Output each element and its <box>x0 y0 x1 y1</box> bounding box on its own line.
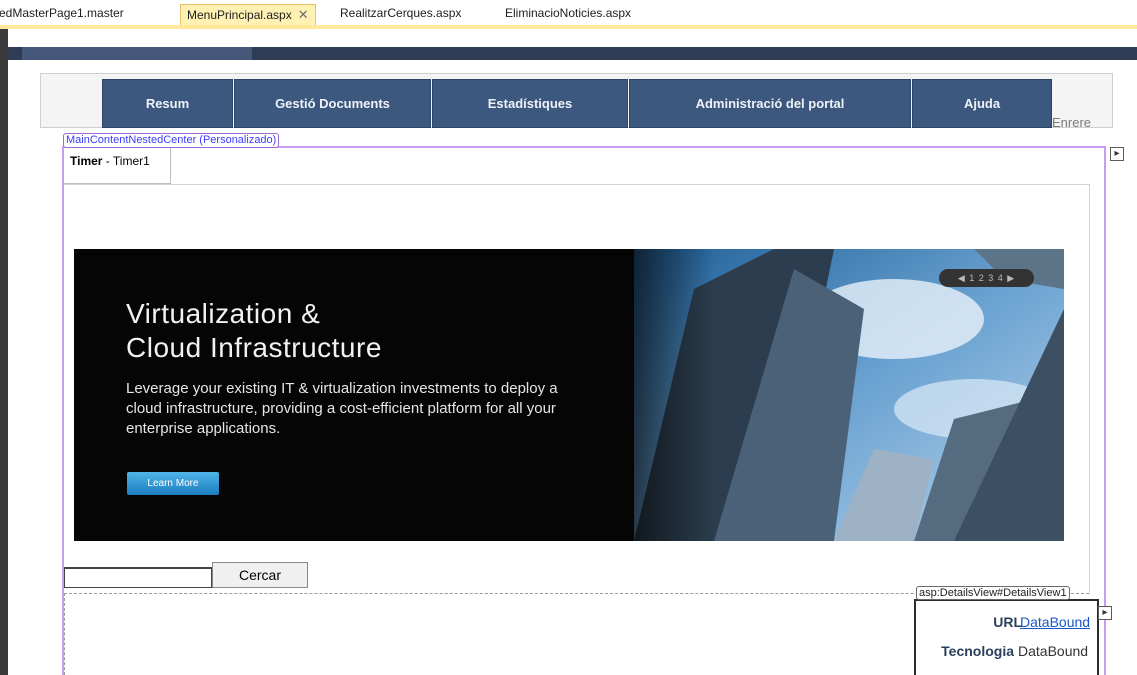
tab-label: edMasterPage1.master <box>0 6 124 20</box>
back-link[interactable]: Enrere <box>1052 115 1091 130</box>
divider <box>171 184 1089 185</box>
details-value-url[interactable]: DataBound <box>1020 614 1090 630</box>
banner-pager[interactable]: ◀ 1 2 3 4 ▶ <box>939 269 1034 287</box>
timer-tab[interactable]: Timer - Timer1 <box>64 148 171 184</box>
tab-label: RealitzarCerques.aspx <box>340 6 462 20</box>
menu-item-estadistiques[interactable]: Estadístiques <box>432 79 628 128</box>
editor-header-space <box>8 29 1137 47</box>
divider <box>1089 184 1090 594</box>
details-label-url: URL <box>993 614 1022 630</box>
hero-banner: Virtualization & Cloud Infrastructure Le… <box>74 249 1064 541</box>
header-bar-segment <box>22 47 252 60</box>
tab-menu-principal[interactable]: MenuPrincipal.aspx ✕ <box>180 4 316 25</box>
banner-title-line: Virtualization & <box>126 298 321 329</box>
page-header-bar <box>8 47 1137 60</box>
chevron-right-icon[interactable]: ▸ <box>1098 606 1112 620</box>
learn-more-button[interactable]: Learn More <box>127 472 219 495</box>
menu-item-administracio[interactable]: Administració del portal <box>629 79 911 128</box>
details-view[interactable]: URL DataBound Tecnologia DataBound <box>914 599 1099 675</box>
document-tab-strip: edMasterPage1.master MenuPrincipal.aspx ✕… <box>0 0 1137 25</box>
editor-gutter <box>0 29 8 675</box>
timer-id-label: - Timer1 <box>102 154 150 168</box>
details-view-tag[interactable]: asp:DetailsView#DetailsView1 <box>916 586 1070 600</box>
tab-master-page[interactable]: edMasterPage1.master <box>0 4 130 25</box>
tab-label: MenuPrincipal.aspx <box>187 8 292 22</box>
menu-item-resum[interactable]: Resum <box>102 79 233 128</box>
details-value-tecnologia: DataBound <box>1018 643 1089 659</box>
banner-title: Virtualization & Cloud Infrastructure <box>126 297 382 365</box>
timer-type-label: Timer <box>70 154 103 168</box>
tab-label: EliminacioNoticies.aspx <box>505 6 632 20</box>
menu-item-ajuda[interactable]: Ajuda <box>912 79 1052 128</box>
menu-item-gestio-documents[interactable]: Gestió Documents <box>234 79 431 128</box>
divider <box>64 184 171 185</box>
tab-eliminacio-noticies[interactable]: EliminacioNoticies.aspx <box>499 4 637 25</box>
search-button[interactable]: Cercar <box>212 562 308 588</box>
panel-dashed-border <box>64 593 65 675</box>
search-input[interactable] <box>64 567 212 588</box>
banner-title-line: Cloud Infrastructure <box>126 332 382 363</box>
banner-body: Leverage your existing IT & virtualizati… <box>126 380 558 437</box>
close-icon[interactable]: ✕ <box>298 7 309 22</box>
chevron-right-icon[interactable]: ▸ <box>1110 147 1124 161</box>
tab-realitzar-cerques[interactable]: RealitzarCerques.aspx <box>334 4 467 25</box>
content-placeholder-tag[interactable]: MainContentNestedCenter (Personalizado) <box>63 133 280 148</box>
details-label-tecnologia: Tecnologia <box>941 643 1014 659</box>
